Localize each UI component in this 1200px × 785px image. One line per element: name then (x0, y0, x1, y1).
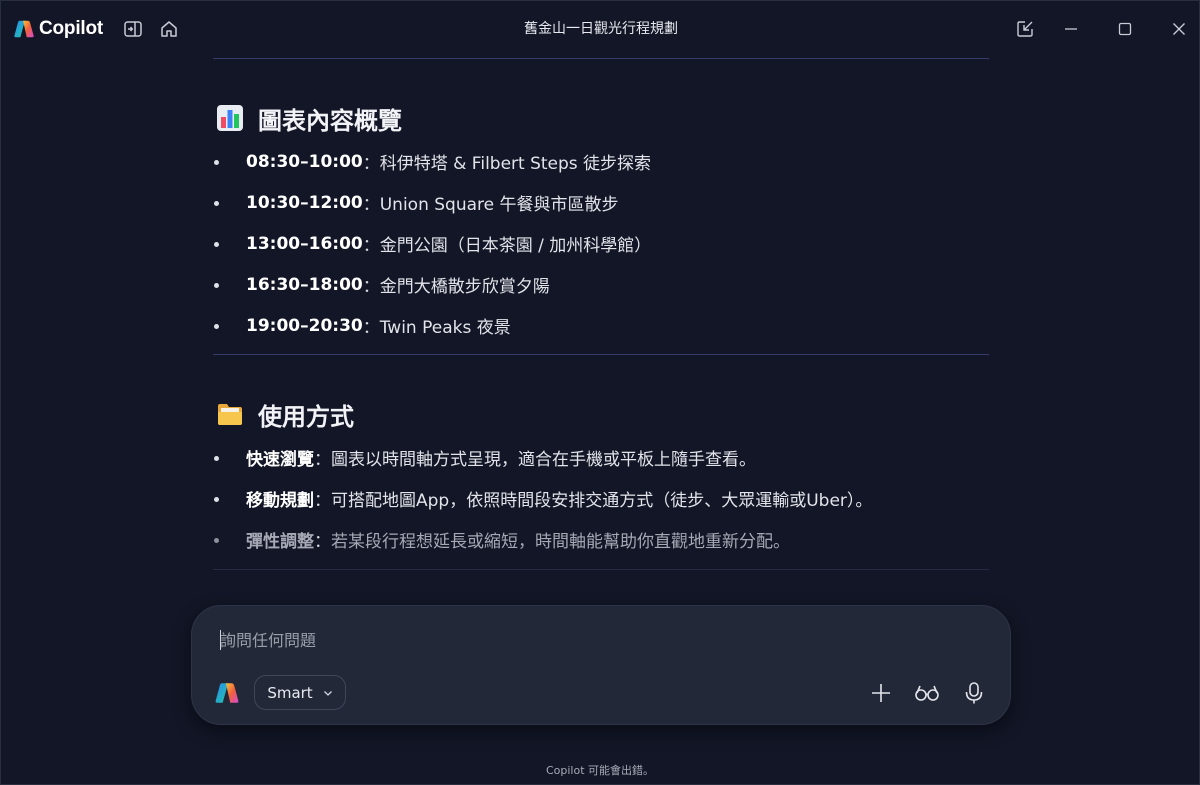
item-label: 08:30–10:00 (246, 151, 363, 172)
microphone-icon[interactable] (960, 679, 988, 707)
item-text: 圖表以時間軸方式呈現，適合在手機或平板上隨手查看。 (331, 450, 756, 470)
chevron-down-icon (323, 690, 332, 696)
item-text: Union Square 午餐與市區散步 (379, 195, 619, 215)
vision-glasses-icon[interactable] (913, 679, 941, 707)
chat-composer: Smart (191, 605, 1011, 725)
close-icon[interactable] (1167, 17, 1191, 41)
text-caret (220, 630, 221, 650)
item-text: 可搭配地圖App，依照時間段安排交通方式（徒步、大眾運輸或Uber）。 (331, 491, 873, 511)
bullet-dot (214, 496, 219, 502)
item-text: 金門大橋散步欣賞夕陽 (379, 277, 550, 297)
item-separator: ： (362, 236, 380, 256)
item-label: 快速瀏覽 (246, 450, 314, 470)
bullet-dot (214, 537, 219, 543)
divider (213, 569, 989, 570)
item-separator: ： (362, 277, 380, 297)
section-heading: 圖表內容概覽 (213, 101, 989, 135)
minimize-icon[interactable] (1059, 17, 1083, 41)
item-label: 16:30–18:00 (246, 274, 363, 295)
mode-label: Smart (267, 683, 313, 702)
list-item: 快速瀏覽：圖表以時間軸方式呈現，適合在手機或平板上隨手查看。 (213, 437, 989, 478)
bullet-dot (214, 455, 219, 461)
list-item: 08:30–10:00：科伊特塔 & Filbert Steps 徒步探索 (213, 141, 989, 182)
bullet-dot (214, 241, 219, 247)
item-separator: ： (314, 450, 331, 470)
divider (213, 58, 989, 59)
maximize-icon[interactable] (1113, 17, 1137, 41)
divider (213, 354, 989, 355)
bullet-dot (214, 159, 219, 165)
item-separator: ： (362, 195, 380, 215)
mode-selector-button[interactable]: Smart (254, 675, 346, 710)
item-text: 金門公園（日本茶園 / 加州科學館） (379, 236, 652, 256)
disclaimer-text: Copilot 可能會出錯。 (545, 764, 655, 777)
item-separator: ： (314, 532, 331, 552)
item-text: 若某段行程想延長或縮短，時間軸能幫助你直觀地重新分配。 (331, 532, 790, 552)
list-item: 10:30–12:00： Union Square 午餐與市區散步 (213, 182, 989, 223)
list-item: 移動規劃：可搭配地圖App，依照時間段安排交通方式（徒步、大眾運輸或Uber）。 (213, 478, 989, 519)
item-text: Twin Peaks 夜景 (379, 318, 511, 338)
item-separator: ： (314, 491, 331, 511)
section-title: 使用方式 (258, 402, 354, 431)
section-title: 圖表內容概覽 (258, 106, 402, 135)
add-attachment-icon[interactable] (867, 679, 895, 707)
pin-window-icon[interactable] (1013, 17, 1037, 41)
folder-emoji-icon (218, 404, 242, 425)
title-bar: Copilot 舊金山一日觀光行程規劃 (1, 1, 1200, 57)
schedule-list: 08:30–10:00：科伊特塔 & Filbert Steps 徒步探索 10… (213, 141, 989, 346)
list-item: 彈性調整：若某段行程想延長或縮短，時間軸能幫助你直觀地重新分配。 (213, 519, 989, 560)
bullet-dot (214, 323, 219, 329)
item-label: 19:00–20:30 (246, 315, 363, 336)
list-item: 16:30–18:00：金門大橋散步欣賞夕陽 (213, 264, 989, 305)
copilot-logo-icon[interactable] (214, 680, 240, 706)
list-item: 13:00–16:00：金門公園（日本茶園 / 加州科學館） (213, 223, 989, 264)
item-label: 13:00–16:00 (246, 233, 363, 254)
bar-chart-emoji-icon (217, 105, 243, 131)
section-heading: 使用方式 (213, 397, 989, 431)
item-label: 10:30–12:00 (246, 192, 363, 213)
list-item: 19:00–20:30： Twin Peaks 夜景 (213, 305, 989, 346)
item-text: 科伊特塔 & Filbert Steps 徒步探索 (379, 154, 652, 174)
message-input[interactable] (220, 628, 960, 652)
usage-list: 快速瀏覽：圖表以時間軸方式呈現，適合在手機或平板上隨手查看。 移動規劃：可搭配地… (213, 437, 989, 560)
item-separator: ： (362, 154, 380, 174)
copilot-window: Copilot 舊金山一日觀光行程規劃 圖表內容概覽 08:30–10:00 ：… (0, 0, 1200, 785)
assistant-message: 圖表內容概覽 08:30–10:00：科伊特塔 & Filbert Steps … (213, 57, 989, 570)
item-label: 移動規劃 (246, 491, 314, 511)
item-separator: ： (362, 318, 380, 338)
bullet-dot (214, 282, 219, 288)
bullet-dot (214, 200, 219, 206)
item-label: 彈性調整 (246, 532, 314, 552)
